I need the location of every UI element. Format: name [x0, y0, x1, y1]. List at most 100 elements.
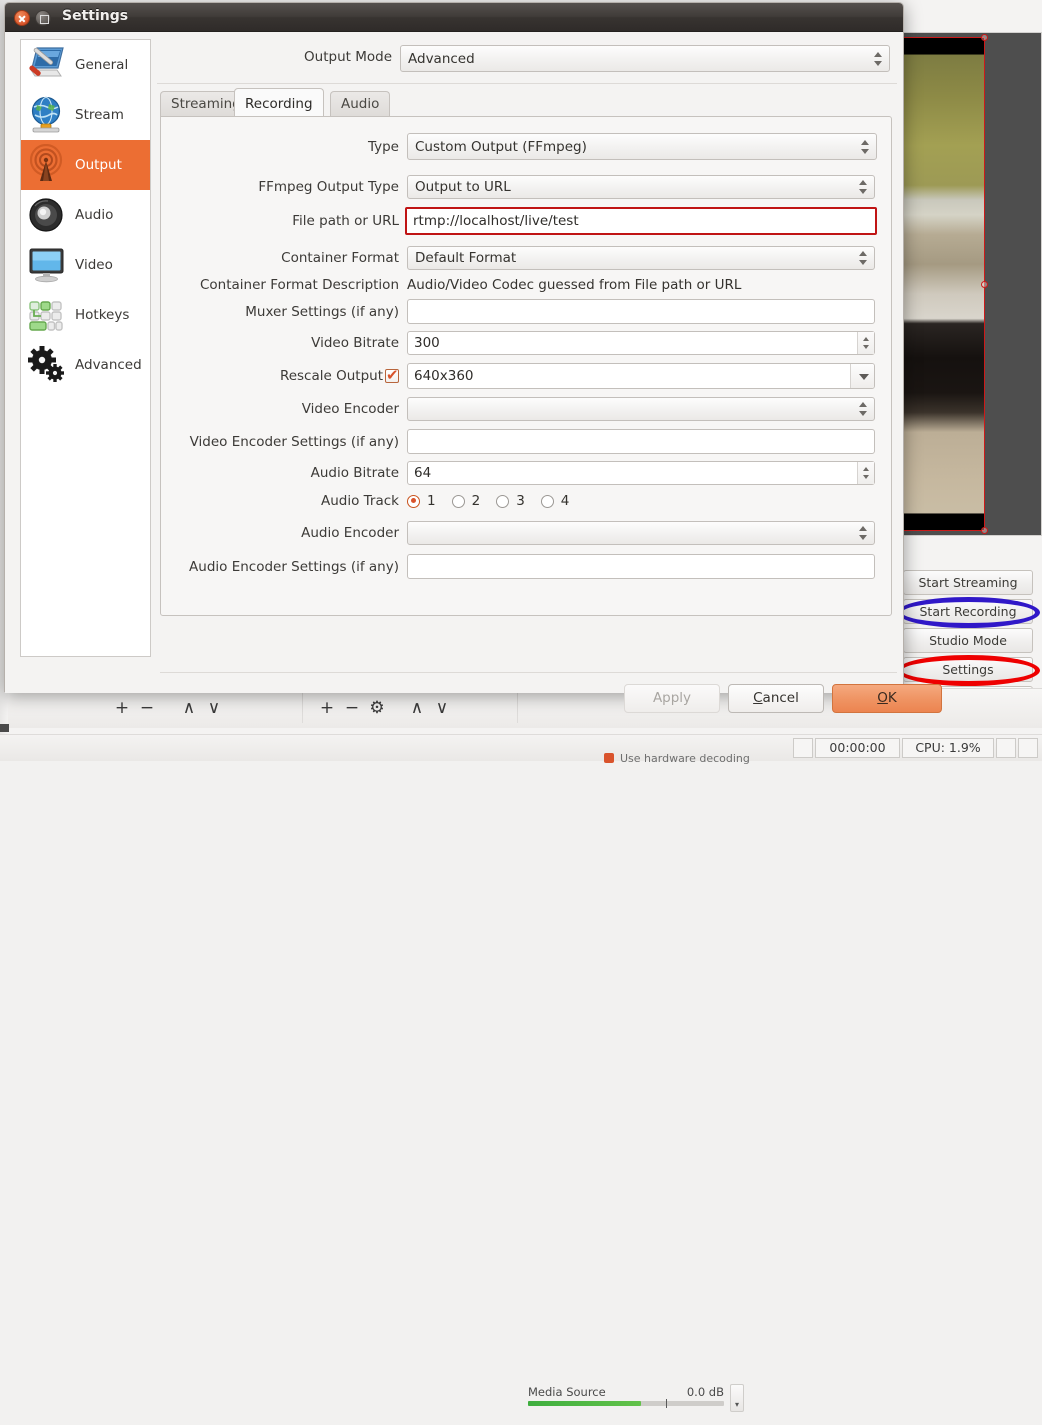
container-format-value: Default Format: [415, 250, 516, 266]
tab-recording[interactable]: Recording: [234, 88, 324, 117]
video-bitrate-label: Video Bitrate: [171, 335, 399, 351]
mixer-options-button[interactable]: ▾: [730, 1384, 744, 1412]
tab-audio[interactable]: Audio: [330, 91, 390, 117]
dialog-buttons: Apply Cancel OK: [157, 684, 897, 714]
audio-track-radio-4[interactable]: [541, 495, 554, 508]
ok-button[interactable]: OK: [832, 684, 942, 713]
audio-track-radio-3[interactable]: [496, 495, 509, 508]
status-cell-blank-2: [996, 738, 1016, 758]
recording-tab-pane: Type Custom Output (FFmpeg) FFmpeg Outpu…: [160, 116, 892, 616]
video-bitrate-input[interactable]: 300: [407, 331, 875, 355]
ffmpeg-output-type-select[interactable]: Output to URL: [407, 175, 875, 199]
audio-bitrate-input[interactable]: 64: [407, 461, 875, 485]
row-type: Type Custom Output (FFmpeg): [161, 133, 893, 160]
type-select[interactable]: Custom Output (FFmpeg): [407, 133, 877, 160]
sidebar-item-general[interactable]: General: [21, 40, 150, 90]
sidebar-item-video[interactable]: Video: [21, 240, 150, 290]
hardware-decoding-label: Use hardware decoding: [620, 752, 750, 765]
mixer-volume-slider[interactable]: [528, 1401, 724, 1406]
sidebar-item-advanced[interactable]: Advanced: [21, 340, 150, 390]
studio-mode-button[interactable]: Studio Mode: [903, 628, 1033, 653]
apply-button[interactable]: Apply: [624, 684, 720, 713]
file-path-or-url-input[interactable]: rtmp://localhost/live/test: [405, 207, 877, 235]
row-audio-encoder: Audio Encoder: [161, 521, 893, 545]
spinner-up-down-icon[interactable]: [857, 462, 874, 484]
audio-encoder-select[interactable]: [407, 521, 875, 545]
file-path-or-url-label: File path or URL: [171, 213, 399, 229]
sidebar-item-stream[interactable]: Stream: [21, 90, 150, 140]
muxer-settings-label: Muxer Settings (if any): [171, 304, 399, 320]
chevron-down-icon[interactable]: [850, 364, 874, 388]
output-mode-label: Output Mode: [242, 49, 392, 65]
chevron-updown-icon: [859, 250, 868, 266]
output-mode-value: Advanced: [408, 51, 475, 67]
chevron-updown-icon: [859, 401, 868, 417]
remove-scene-icon[interactable]: −: [137, 700, 157, 717]
row-video-bitrate: Video Bitrate 300: [161, 331, 893, 355]
dialog-divider: [160, 672, 897, 673]
globe-icon: [27, 94, 67, 136]
audio-track-radio-1[interactable]: [407, 495, 420, 508]
status-cell-blank-3: [1018, 738, 1038, 758]
hardware-decoding-checkbox[interactable]: [604, 753, 614, 763]
container-format-select[interactable]: Default Format: [407, 246, 875, 270]
audio-encoder-settings-input[interactable]: [407, 554, 875, 579]
maximize-icon[interactable]: [35, 10, 51, 26]
row-container-format: Container Format Default Format: [161, 246, 893, 270]
row-video-encoder: Video Encoder: [161, 397, 893, 421]
rescale-output-label: Rescale Output: [171, 368, 383, 384]
cancel-button[interactable]: Cancel: [728, 684, 824, 713]
chevron-updown-icon: [859, 179, 868, 195]
mixer-level-db: 0.0 dB: [687, 1385, 724, 1399]
chevron-updown-icon: [874, 51, 883, 67]
output-mode-select[interactable]: Advanced: [400, 45, 890, 72]
rescale-output-checkbox[interactable]: [385, 369, 399, 383]
audio-encoder-settings-label: Audio Encoder Settings (if any): [171, 559, 399, 575]
resize-handle-top-right[interactable]: [981, 34, 988, 41]
audio-track-label-4: 4: [561, 493, 570, 509]
rescale-output-select[interactable]: 640x360: [407, 363, 875, 389]
mixer-slider-handle[interactable]: [666, 1399, 667, 1408]
row-ffmpeg-output-type: FFmpeg Output Type Output to URL: [161, 175, 893, 199]
resize-handle-bottom-right[interactable]: [981, 527, 988, 534]
preview-panel[interactable]: [895, 32, 1042, 536]
sidebar-item-label: Stream: [75, 107, 124, 123]
cancel-rest-a: a: [763, 690, 771, 706]
row-muxer-settings: Muxer Settings (if any): [161, 299, 893, 324]
row-audio-track: Audio Track 1 2 3 4: [161, 489, 893, 513]
keyboard-keys-icon: [27, 294, 67, 336]
source-selection-box[interactable]: [896, 37, 985, 531]
row-audio-bitrate: Audio Bitrate 64: [161, 461, 893, 485]
row-file-path-or-url: File path or URL rtmp://localhost/live/t…: [161, 207, 893, 235]
container-format-description-label: Container Format Description: [171, 277, 399, 293]
audio-bitrate-label: Audio Bitrate: [171, 465, 399, 481]
sidebar-item-label: Advanced: [75, 357, 142, 373]
annotation-ellipse-settings: [897, 655, 1040, 686]
muxer-settings-input[interactable]: [407, 299, 875, 324]
sidebar-item-audio[interactable]: Audio: [21, 190, 150, 240]
audio-track-radio-2[interactable]: [452, 495, 465, 508]
close-icon[interactable]: [14, 10, 30, 26]
video-encoder-settings-input[interactable]: [407, 429, 875, 454]
audio-track-label-3: 3: [516, 493, 525, 509]
spinner-up-down-icon[interactable]: [857, 332, 874, 354]
status-recording-time: 00:00:00: [815, 738, 900, 758]
settings-main-panel: Output Mode Advanced Streaming Recording…: [157, 39, 897, 657]
resize-handle-middle-right[interactable]: [981, 281, 988, 288]
settings-sidebar: General Stream: [20, 39, 151, 657]
divider: [157, 83, 897, 84]
status-cell-blank-1: [793, 738, 813, 758]
settings-dialog: Settings General: [4, 2, 904, 692]
start-streaming-button[interactable]: Start Streaming: [903, 570, 1033, 595]
launcher-icon-top[interactable]: [0, 724, 9, 732]
dialog-titlebar[interactable]: Settings: [5, 3, 903, 32]
video-encoder-select[interactable]: [407, 397, 875, 421]
rescale-output-value: 640x360: [414, 368, 474, 384]
broadcast-antenna-icon: [27, 144, 67, 186]
status-bar: 00:00:00 CPU: 1.9%: [0, 734, 1042, 761]
sidebar-item-hotkeys[interactable]: Hotkeys: [21, 290, 150, 340]
sidebar-item-label: Output: [75, 157, 122, 173]
sidebar-item-output[interactable]: Output: [21, 140, 150, 190]
output-mode-row: Output Mode Advanced: [157, 45, 897, 71]
add-scene-icon[interactable]: +: [112, 700, 132, 717]
